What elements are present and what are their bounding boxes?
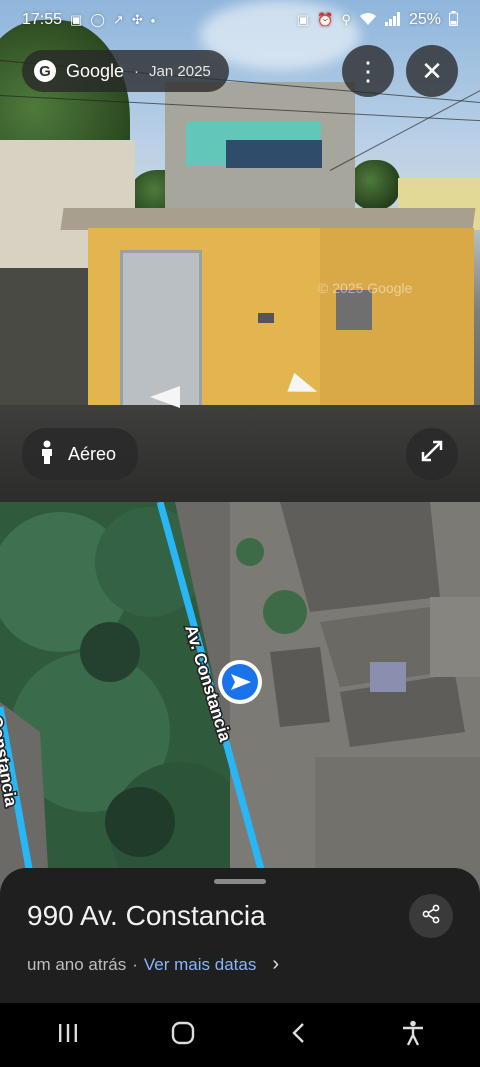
rooftop: [430, 597, 480, 677]
dot-separator: ·: [134, 62, 140, 80]
more-dates-link[interactable]: Ver mais datas: [144, 955, 256, 975]
status-time: 17:55: [22, 11, 63, 28]
aerial-label: Aéreo: [68, 443, 117, 464]
accessibility-button[interactable]: [383, 1010, 443, 1060]
expand-icon: [419, 438, 445, 471]
home-icon: [171, 1021, 195, 1050]
place-address: 990 Av. Constancia: [27, 900, 266, 931]
google-watermark: © 2025 Google: [318, 280, 413, 296]
home-button[interactable]: [153, 1010, 213, 1060]
place-sheet[interactable]: 990 Av. Constancia um ano atrás · Ver ma…: [0, 868, 480, 1008]
upper-window: [226, 140, 322, 168]
imagery-source-pill[interactable]: G Google · Jan 2025: [22, 50, 229, 92]
fullscreen-button[interactable]: [406, 428, 458, 480]
wifi-icon: [359, 12, 377, 29]
imagery-meta: um ano atrás · Ver mais datas ›: [27, 953, 279, 976]
system-nav-bar: [0, 1003, 480, 1067]
rooftop-detail: [370, 662, 406, 692]
dot-icon: •: [150, 12, 156, 28]
aerial-view-button[interactable]: Aéreo: [22, 428, 139, 480]
street-view-panel[interactable]: © 2025 Google 17:55 ▣ ◯ ↗ ✣ • ▣ ⏰ ⚲ 25%: [0, 0, 480, 502]
imagery-age: um ano atrás: [27, 954, 127, 974]
move-left-arrow[interactable]: [150, 386, 180, 408]
calendar-icon: ▣: [70, 12, 83, 27]
location-icon: ⚲: [341, 12, 351, 27]
meta-separator: ·: [132, 954, 138, 974]
street-tree: [236, 538, 264, 566]
tree-shadow: [80, 622, 140, 682]
pegman-icon: [40, 440, 54, 469]
photo-icon: ▣: [296, 12, 310, 27]
google-logo-icon: G: [34, 60, 56, 82]
tree-right: [350, 160, 400, 210]
imagery-source: Google: [66, 60, 125, 81]
drag-handle[interactable]: [214, 879, 266, 884]
imagery-date: Jan 2025: [149, 62, 211, 80]
whatsapp-icon: ◯: [90, 12, 105, 27]
tree-shadow: [105, 787, 175, 857]
satellite-map[interactable]: Av. Constancia Constancia: [0, 502, 480, 902]
fan-icon: ✣: [131, 12, 143, 27]
status-bar: 17:55 ▣ ◯ ↗ ✣ • ▣ ⏰ ⚲ 25%: [0, 0, 480, 40]
recents-button[interactable]: [38, 1010, 98, 1060]
signal-icon: [384, 11, 401, 29]
battery-percent: 25%: [408, 11, 441, 28]
accessibility-icon: [402, 1020, 424, 1051]
trend-icon: ↗: [112, 12, 124, 27]
share-icon: [421, 904, 441, 929]
battery-icon: [449, 11, 458, 29]
more-vert-icon: ⋮: [355, 55, 381, 86]
alarm-icon: ⏰: [317, 12, 334, 27]
back-icon: [291, 1022, 305, 1049]
chevron-right-icon[interactable]: ›: [272, 953, 279, 976]
electric-meter: [336, 290, 372, 330]
rooftop: [270, 647, 330, 727]
close-button[interactable]: ✕: [406, 45, 458, 97]
left-wall: [0, 268, 92, 418]
roof: [60, 208, 476, 230]
share-button[interactable]: [409, 894, 453, 938]
close-icon: ✕: [421, 55, 443, 86]
street-tree: [263, 590, 307, 634]
recents-icon: [57, 1023, 79, 1048]
more-options-button[interactable]: ⋮: [342, 45, 394, 97]
map-canvas: Av. Constancia Constancia: [0, 502, 480, 902]
wall-plate: [258, 313, 274, 323]
back-button[interactable]: [268, 1010, 328, 1060]
